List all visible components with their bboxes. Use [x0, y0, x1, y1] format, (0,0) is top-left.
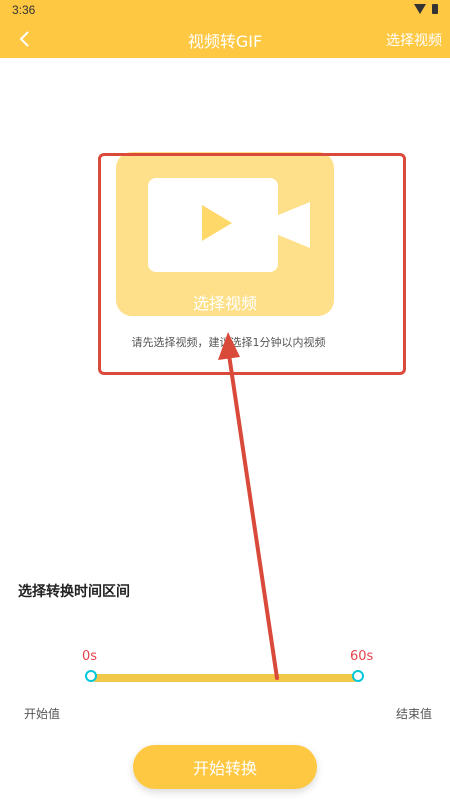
- status-time: 3:36: [12, 3, 36, 17]
- range-end-label: 结束值: [396, 707, 433, 721]
- app-bar: 3:36 视频转GIF 选择视频: [0, 0, 450, 58]
- time-range-slider: 0s 60s: [0, 640, 450, 700]
- range-end-handle[interactable]: [352, 670, 364, 682]
- page-title: 视频转GIF: [187, 32, 263, 51]
- annotation-highlight-box: [98, 153, 406, 375]
- battery-icon: [432, 4, 438, 14]
- start-convert-button[interactable]: 开始转换: [133, 745, 317, 789]
- time-range-title: 选择转换时间区间: [18, 584, 130, 600]
- wifi-icon: [414, 4, 426, 14]
- range-start-value: 0s: [82, 649, 98, 664]
- range-track[interactable]: [92, 674, 358, 682]
- select-video-action[interactable]: 选择视频: [386, 30, 442, 50]
- range-start-handle[interactable]: [85, 670, 97, 682]
- range-end-value: 60s: [350, 649, 374, 664]
- range-start-label: 开始值: [24, 707, 61, 721]
- status-icons: [414, 3, 438, 15]
